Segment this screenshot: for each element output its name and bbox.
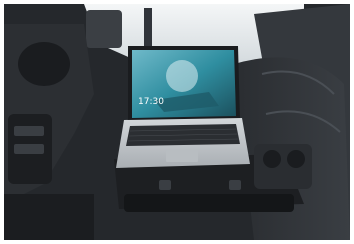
console-vent xyxy=(14,144,44,154)
cup-holder xyxy=(254,144,312,189)
console-buttons xyxy=(14,126,44,136)
screen-graphic xyxy=(166,60,198,92)
cabin-photo: 17:30 xyxy=(4,4,350,240)
screen-clock: 17:30 xyxy=(138,97,164,107)
side-mirror xyxy=(86,10,122,48)
cabin-floor xyxy=(4,194,94,240)
steering-area xyxy=(18,42,70,86)
mount-knob xyxy=(229,180,241,190)
photo: 17:30 xyxy=(0,0,354,244)
mount-knob xyxy=(159,180,171,190)
trackpad xyxy=(166,150,198,162)
mount-base xyxy=(124,194,294,212)
cup-slot xyxy=(263,150,281,168)
cup-slot xyxy=(287,150,305,168)
